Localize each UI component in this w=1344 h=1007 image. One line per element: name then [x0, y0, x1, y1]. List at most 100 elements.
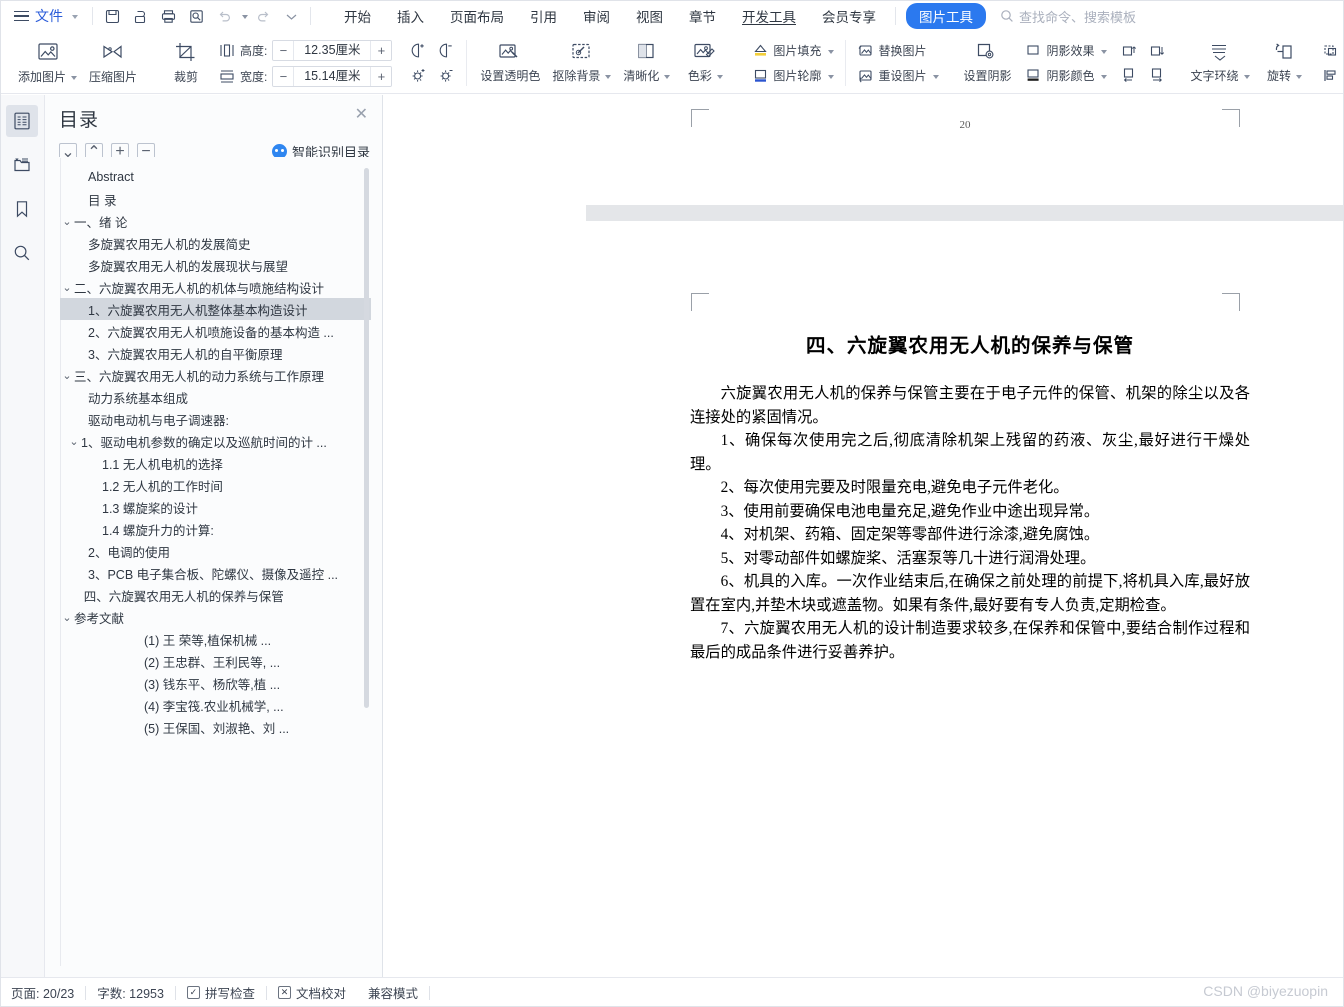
tab-picture-tools[interactable]: 图片工具	[906, 3, 986, 29]
document-text-body[interactable]: 四、六旋翼农用无人机的保养与保管 六旋翼农用无人机的保养与保管主要在于电子元件的…	[690, 329, 1250, 664]
shadow-effect-button[interactable]: 阴影效果	[1021, 40, 1111, 61]
group-button[interactable]: 组合	[1318, 40, 1344, 61]
picture-outline-button[interactable]: 图片轮廓	[748, 65, 838, 86]
shadow-nudge-right-button[interactable]	[1145, 65, 1170, 84]
tab-view[interactable]: 视图	[623, 2, 676, 30]
text-wrap-button[interactable]: 文字环绕	[1184, 34, 1255, 92]
toc-item[interactable]: 1.3 螺旋桨的设计	[60, 496, 371, 518]
set-shadow-button[interactable]: 设置阴影	[957, 34, 1017, 92]
increase-brightness-button[interactable]	[406, 65, 431, 86]
document-canvas[interactable]: 20 四、六旋翼农用无人机的保养与保管 六旋翼农用无人机的保养与保管主要在于电子…	[383, 95, 1344, 977]
toc-item[interactable]: 3、六旋翼农用无人机的自平衡原理	[60, 342, 371, 364]
chevron-down-icon[interactable]: ⌄	[60, 611, 74, 624]
chevron-down-icon[interactable]: ⌄	[60, 369, 74, 382]
chevron-down-icon[interactable]	[1296, 74, 1302, 79]
shadow-nudge-left-button[interactable]	[1117, 65, 1142, 84]
chevron-down-icon[interactable]	[605, 74, 612, 79]
print-icon[interactable]	[155, 4, 181, 28]
chevron-down-icon[interactable]	[1101, 74, 1108, 79]
remove-background-button[interactable]: 抠除背景	[546, 34, 617, 92]
reset-picture-button[interactable]: 重设图片	[853, 65, 943, 86]
chevron-down-icon[interactable]	[664, 74, 671, 79]
undo-icon[interactable]	[211, 4, 237, 28]
crop-button[interactable]: 裁剪	[157, 34, 215, 92]
command-search[interactable]: 查找命令、搜索模板	[1000, 7, 1136, 26]
width-value[interactable]: 15.14厘米	[293, 66, 372, 86]
save-icon[interactable]	[99, 4, 125, 28]
toc-item[interactable]: 1.1 无人机电机的选择	[60, 452, 371, 474]
replace-picture-button[interactable]: 替换图片	[853, 40, 943, 61]
height-stepper[interactable]: − 12.35厘米 +	[272, 39, 393, 61]
toc-item[interactable]: 动力系统基本组成	[60, 386, 371, 408]
chevron-down-icon[interactable]	[1243, 74, 1250, 79]
file-menu-button[interactable]: 文件	[0, 0, 86, 32]
decrease-contrast-button[interactable]	[434, 40, 459, 61]
spellcheck-toggle[interactable]: ✓ 拼写检查	[176, 983, 266, 1002]
chevron-down-icon[interactable]	[933, 74, 940, 79]
set-transparent-color-button[interactable]: 设置透明色	[474, 34, 546, 92]
toc-item[interactable]: ⌄ 1、驱动电机参数的确定以及巡航时间的计 ...	[60, 430, 371, 452]
height-decrement-button[interactable]: −	[273, 40, 294, 60]
width-stepper[interactable]: − 15.14厘米 +	[272, 65, 393, 87]
document-page-previous[interactable]: 20	[586, 95, 1344, 205]
proofread-toggle[interactable]: ✕ 文档校对	[267, 983, 357, 1002]
toc-item[interactable]: Abstract	[60, 166, 371, 188]
tab-insert[interactable]: 插入	[384, 2, 437, 30]
toc-item[interactable]: (1) 王 荣等,植保机械 ...	[60, 628, 371, 650]
decrease-brightness-button[interactable]	[434, 65, 459, 86]
height-increment-button[interactable]: +	[371, 40, 392, 60]
chevron-down-icon[interactable]	[828, 49, 835, 54]
chevron-down-icon[interactable]: ⌄	[60, 281, 74, 294]
word-count-indicator[interactable]: 字数: 12953	[86, 983, 175, 1002]
tab-member-exclusive[interactable]: 会员专享	[809, 2, 889, 30]
toc-item[interactable]: (2) 王忠群、王利民等, ...	[60, 650, 371, 672]
toc-list[interactable]: Abstract 目 录 ⌄ 一、绪 论多旋翼农用无人机的发展简史 多旋翼农用无人机的发…	[59, 157, 372, 967]
sidebar-rail-bookmark[interactable]	[6, 193, 38, 225]
sidebar-rail-chapter[interactable]	[6, 149, 38, 181]
chevron-down-icon[interactable]: ⌄	[67, 435, 81, 448]
toc-item[interactable]: 1、六旋翼农用无人机整体基本构造设计	[60, 298, 371, 320]
align-button[interactable]: 对齐	[1318, 65, 1344, 86]
toc-item[interactable]: ⌄ 参考文献	[60, 606, 371, 628]
toc-item[interactable]: 1.4 螺旋升力的计算:	[60, 518, 371, 540]
close-icon[interactable]: ✕	[355, 107, 368, 123]
tab-chapter[interactable]: 章节	[676, 2, 729, 30]
toc-item[interactable]: 1.2 无人机的工作时间	[60, 474, 371, 496]
redo-icon[interactable]	[250, 4, 276, 28]
toc-item[interactable]: ⌄ 三、六旋翼农用无人机的动力系统与工作原理	[60, 364, 371, 386]
chevron-down-icon[interactable]: ⌄	[60, 215, 74, 228]
toc-item[interactable]: 四、六旋翼农用无人机的保养与保管	[60, 584, 371, 606]
sidebar-rail-outline[interactable]	[6, 105, 38, 137]
toc-item[interactable]: 多旋翼农用无人机的发展现状与展望	[60, 254, 371, 276]
toc-item[interactable]: 3、PCB 电子集合板、陀螺仪、摄像及遥控 ...	[60, 562, 371, 584]
toc-item[interactable]: (5) 王保国、刘淑艳、刘 ...	[60, 716, 371, 738]
print-preview-icon[interactable]	[127, 4, 153, 28]
toc-item[interactable]: (4) 李宝筏.农业机械学, ...	[60, 694, 371, 716]
add-picture-button[interactable]: 添加图片	[12, 34, 83, 92]
toc-item[interactable]: 驱动电动机与电子调速器:	[60, 408, 371, 430]
width-decrement-button[interactable]: −	[273, 66, 294, 86]
toc-item[interactable]: ⌄ 二、六旋翼农用无人机的机体与喷施结构设计	[60, 276, 371, 298]
toc-item[interactable]: ⌄ 一、绪 论	[60, 210, 371, 232]
toc-scrollbar-thumb[interactable]	[364, 168, 369, 708]
shadow-nudge-down-button[interactable]	[1145, 42, 1170, 61]
toc-item[interactable]: 2、电调的使用	[60, 540, 371, 562]
chevron-down-icon[interactable]	[828, 74, 835, 79]
tab-page-layout[interactable]: 页面布局	[437, 2, 517, 30]
picture-fill-button[interactable]: 图片填充	[748, 40, 838, 61]
tab-references[interactable]: 引用	[517, 2, 570, 30]
tab-developer-tools[interactable]: 开发工具	[729, 2, 809, 30]
toc-item[interactable]: 目 录	[60, 188, 371, 210]
width-increment-button[interactable]: +	[371, 66, 392, 86]
customize-toolbar-icon[interactable]	[278, 4, 304, 28]
shadow-nudge-up-button[interactable]	[1117, 42, 1142, 61]
rotate-button[interactable]: 旋转	[1256, 34, 1314, 92]
shadow-color-button[interactable]: 阴影颜色	[1021, 65, 1111, 86]
print-search-icon[interactable]	[183, 4, 209, 28]
toc-item[interactable]: 多旋翼农用无人机的发展简史	[60, 232, 371, 254]
document-page-current[interactable]: 四、六旋翼农用无人机的保养与保管 六旋翼农用无人机的保养与保管主要在于电子元件的…	[586, 221, 1344, 977]
chevron-down-icon[interactable]	[716, 74, 723, 79]
tab-review[interactable]: 审阅	[570, 2, 623, 30]
tab-start[interactable]: 开始	[331, 2, 384, 30]
page-indicator[interactable]: 页面: 20/23	[0, 983, 85, 1002]
